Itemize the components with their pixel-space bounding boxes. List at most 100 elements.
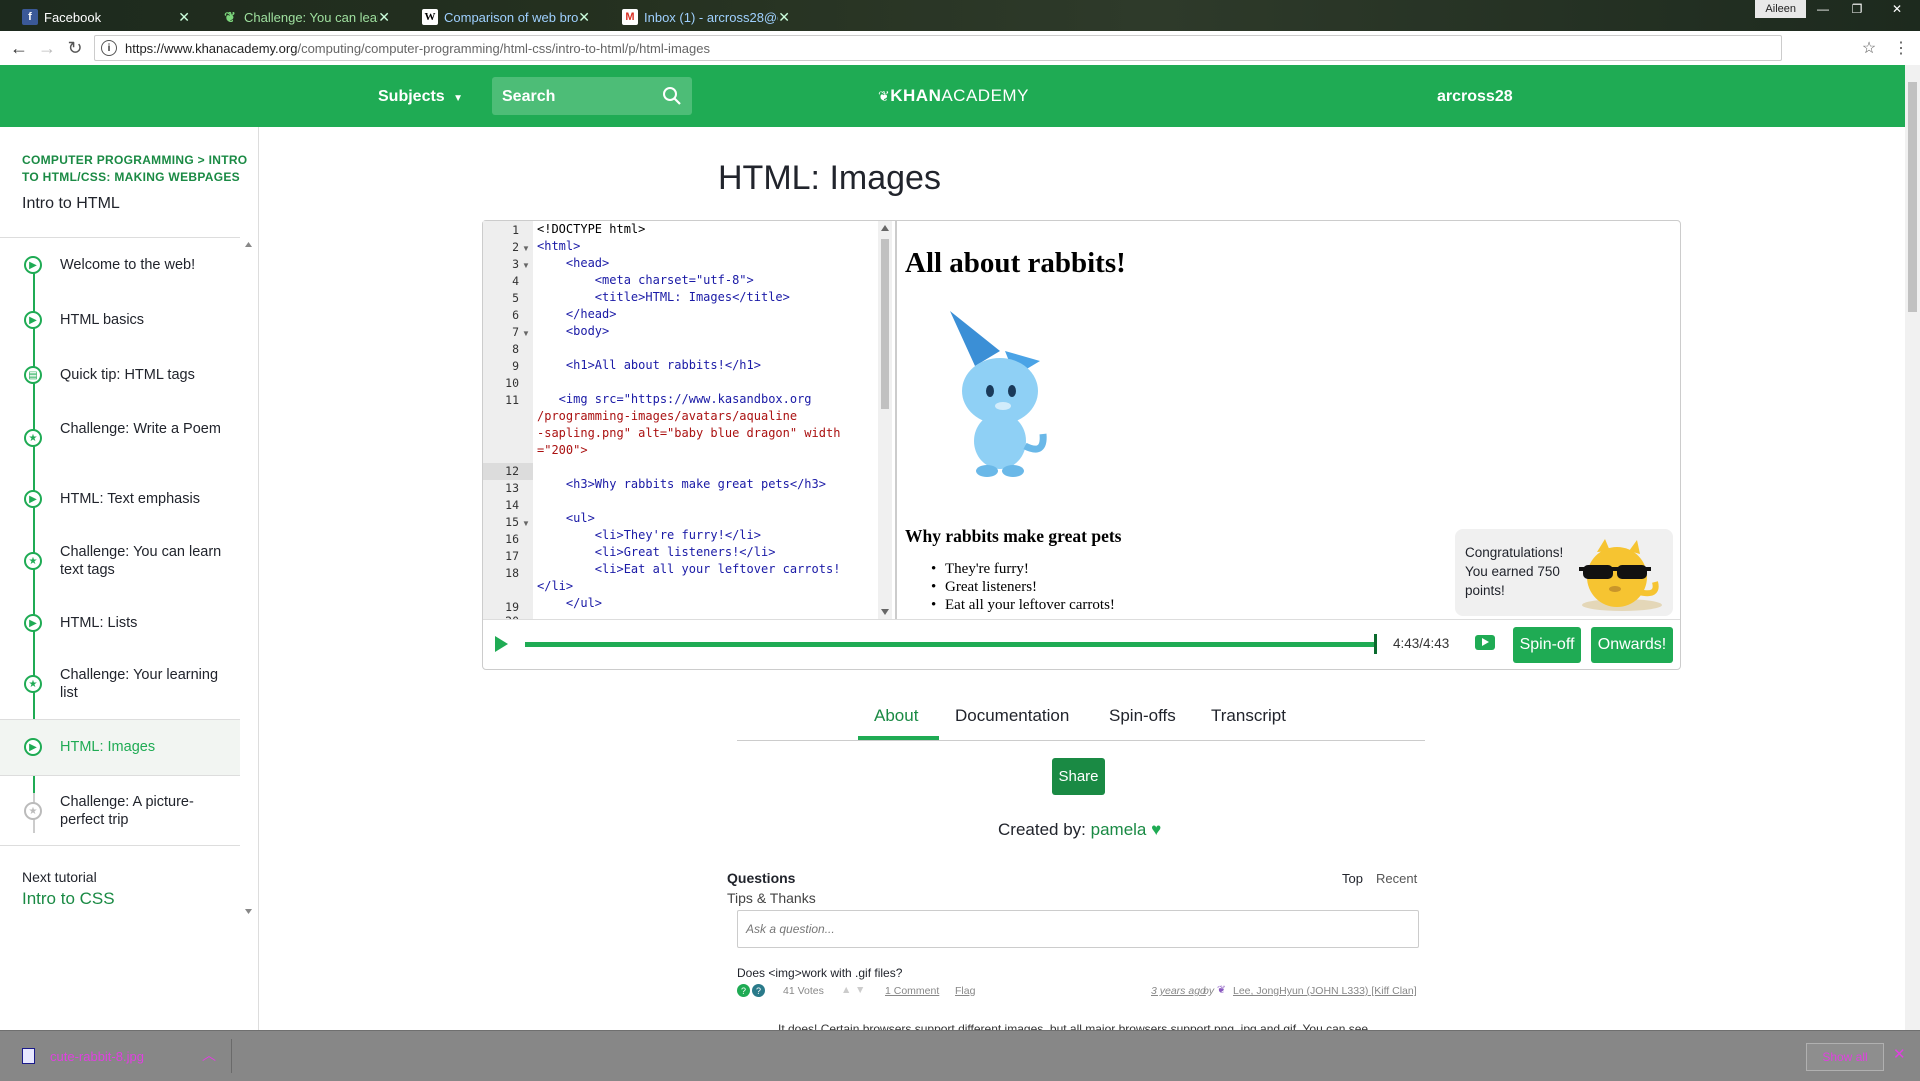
sidebar-item-text-emphasis[interactable]: ▶ HTML: Text emphasis xyxy=(0,473,240,525)
sidebar-item-lists[interactable]: ▶ HTML: Lists xyxy=(0,597,240,649)
points-notification: Congratulations! You earned 750 points! xyxy=(1455,529,1673,616)
sidebar-item-label: HTML: Images xyxy=(60,739,156,755)
downvote-icon[interactable]: ▼ xyxy=(855,984,865,996)
line-number: 18 xyxy=(505,566,519,580)
fold-arrow-icon[interactable]: ▼ xyxy=(522,329,530,338)
play-icon: ▶ xyxy=(24,490,42,508)
line-number: 19 xyxy=(505,600,519,614)
close-tab-icon[interactable]: ✕ xyxy=(778,9,790,26)
bookmark-star-icon[interactable]: ☆ xyxy=(1858,37,1880,59)
spin-off-button[interactable]: Spin-off xyxy=(1513,627,1581,663)
comments-link[interactable]: 1 Comment xyxy=(885,985,939,997)
show-all-button[interactable]: Show all xyxy=(1806,1043,1884,1071)
restore-icon[interactable]: ❐ xyxy=(1840,0,1874,18)
next-tutorial-link[interactable]: Intro to CSS xyxy=(22,889,115,909)
output-preview: All about rabbits! Why rabbits make grea… xyxy=(895,221,1682,619)
scroll-up-arrow-icon[interactable] xyxy=(881,225,889,231)
scrollbar-thumb[interactable] xyxy=(1908,82,1917,312)
site-info-icon[interactable]: i xyxy=(101,40,117,56)
sidebar-item-welcome[interactable]: ▶ Welcome to the web! xyxy=(0,238,240,293)
close-tab-icon[interactable]: ✕ xyxy=(178,9,190,26)
scrollbar-thumb[interactable] xyxy=(881,239,889,409)
url-prefix: https://www.khanacademy.org xyxy=(125,40,298,56)
browser-tab-khan[interactable]: ❦ Challenge: You can learn ✕ xyxy=(200,3,400,31)
subjects-menu[interactable]: Subjects ▼ xyxy=(378,88,463,106)
question-title[interactable]: Does <img>work with .gif files? xyxy=(737,966,902,980)
sidebar-item-label: Challenge: Write a Poem xyxy=(60,421,221,437)
fold-arrow-icon[interactable]: ▼ xyxy=(522,519,530,528)
sidebar-item-learning-list[interactable]: ★ Challenge: Your learning list xyxy=(0,649,240,719)
ask-question-placeholder: Ask a question... xyxy=(746,922,835,936)
browser-tab-gmail[interactable]: M Inbox (1) - arcross28@g ✕ xyxy=(600,3,800,31)
breadcrumb-computer-programming[interactable]: COMPUTER PROGRAMMING xyxy=(22,153,194,167)
sidebar-item-text-tags[interactable]: ★ Challenge: You can learn text tags xyxy=(0,525,240,597)
line-number: 16 xyxy=(505,532,519,546)
profile-button[interactable]: Aileen xyxy=(1755,0,1806,18)
browser-tab-wikipedia[interactable]: W Comparison of web brow ✕ xyxy=(400,3,600,31)
playback-scrubber[interactable] xyxy=(1374,634,1377,654)
tab-title: Inbox (1) - arcross28@g xyxy=(644,9,779,25)
url-input[interactable]: i https://www.khanacademy.org/computing/… xyxy=(94,35,1782,61)
user-menu[interactable]: arcross28 xyxy=(1437,88,1513,106)
fold-arrow-icon[interactable]: ▼ xyxy=(522,244,530,253)
code-line: <title>HTML: Images</title> xyxy=(537,290,790,304)
onwards-button[interactable]: Onwards! xyxy=(1591,627,1673,663)
sidebar-scrollbar[interactable] xyxy=(241,237,256,919)
sort-top[interactable]: Top xyxy=(1342,871,1363,886)
fold-arrow-icon[interactable]: ▼ xyxy=(522,261,530,270)
wikipedia-icon: W xyxy=(422,9,438,25)
tab-documentation[interactable]: Documentation xyxy=(955,706,1069,726)
author-link[interactable]: Lee, JongHyun (JOHN L333) [Kiff Clan] xyxy=(1233,985,1417,997)
khan-academy-logo[interactable]: ❦KHANACADEMY xyxy=(878,86,1029,106)
tab-about[interactable]: About xyxy=(874,706,918,726)
sidebar-item-images[interactable]: ▶ HTML: Images xyxy=(0,719,240,776)
star-icon: ★ xyxy=(24,552,42,570)
flag-link[interactable]: Flag xyxy=(955,985,975,997)
sidebar-item-picture-perfect[interactable]: ★ Challenge: A picture-perfect trip xyxy=(0,775,240,845)
share-button[interactable]: Share xyxy=(1052,758,1105,795)
search-input[interactable]: Search xyxy=(492,77,692,115)
subjects-label: Subjects xyxy=(378,88,445,105)
tab-transcript[interactable]: Transcript xyxy=(1211,706,1286,726)
download-item[interactable]: cute-rabbit-8.jpg xyxy=(50,1049,144,1064)
play-icon[interactable] xyxy=(495,636,508,652)
chevron-up-icon[interactable]: ︿ xyxy=(202,1045,216,1065)
url-path: /computing/computer-programming/html-css… xyxy=(297,40,710,56)
content-tabs: About Documentation Spin-offs Transcript xyxy=(737,700,1425,741)
question-time[interactable]: 3 years ago xyxy=(1151,985,1206,997)
minimize-icon[interactable]: — xyxy=(1806,0,1840,18)
back-arrow-icon[interactable]: ← xyxy=(8,37,30,59)
ask-question-input[interactable]: Ask a question... xyxy=(737,910,1419,948)
page-scrollbar[interactable] xyxy=(1905,65,1920,1030)
next-tutorial-label: Next tutorial xyxy=(22,869,97,885)
sidebar-item-html-basics[interactable]: ▶ HTML basics xyxy=(0,293,240,348)
tips-and-thanks-tab[interactable]: Tips & Thanks xyxy=(727,890,816,906)
code-line: <h3>Why rabbits make great pets</h3> xyxy=(537,477,826,491)
reload-icon[interactable]: ↻ xyxy=(64,37,86,59)
breadcrumb[interactable]: COMPUTER PROGRAMMING > INTRO TO HTML/CSS… xyxy=(22,152,258,186)
playback-progress-bar[interactable] xyxy=(525,634,1377,654)
editor-scrollbar[interactable] xyxy=(878,221,892,619)
browser-tab-facebook[interactable]: f Facebook ✕ xyxy=(0,3,200,31)
close-window-icon[interactable]: ✕ xyxy=(1880,0,1914,18)
line-number: 10 xyxy=(505,376,519,390)
creator-link[interactable]: pamela xyxy=(1091,820,1147,839)
video-icon[interactable] xyxy=(1475,635,1495,650)
close-icon[interactable]: ✕ xyxy=(1893,1045,1906,1063)
search-icon[interactable] xyxy=(662,86,682,106)
star-icon: ★ xyxy=(24,675,42,693)
close-tab-icon[interactable]: ✕ xyxy=(578,9,590,26)
page-title: HTML: Images xyxy=(718,159,941,197)
sidebar-item-quick-tip[interactable]: ▤ Quick tip: HTML tags xyxy=(0,348,240,403)
upvote-icon[interactable]: ▲ xyxy=(841,984,851,996)
scroll-down-arrow-icon[interactable] xyxy=(881,609,889,615)
browser-tab-strip: f Facebook ✕ ❦ Challenge: You can learn … xyxy=(0,0,1920,31)
tab-spin-offs[interactable]: Spin-offs xyxy=(1109,706,1176,726)
heart-icon: ♥ xyxy=(1151,820,1162,839)
forward-arrow-icon[interactable]: → xyxy=(36,37,58,59)
close-tab-icon[interactable]: ✕ xyxy=(378,9,390,26)
menu-dots-icon[interactable]: ⋮ xyxy=(1890,37,1912,59)
site-header: Subjects ▼ Search ❦KHANACADEMY arcross28 xyxy=(0,65,1905,127)
sort-recent[interactable]: Recent xyxy=(1376,871,1417,886)
sidebar-item-write-poem[interactable]: ★ Challenge: Write a Poem xyxy=(0,403,240,473)
